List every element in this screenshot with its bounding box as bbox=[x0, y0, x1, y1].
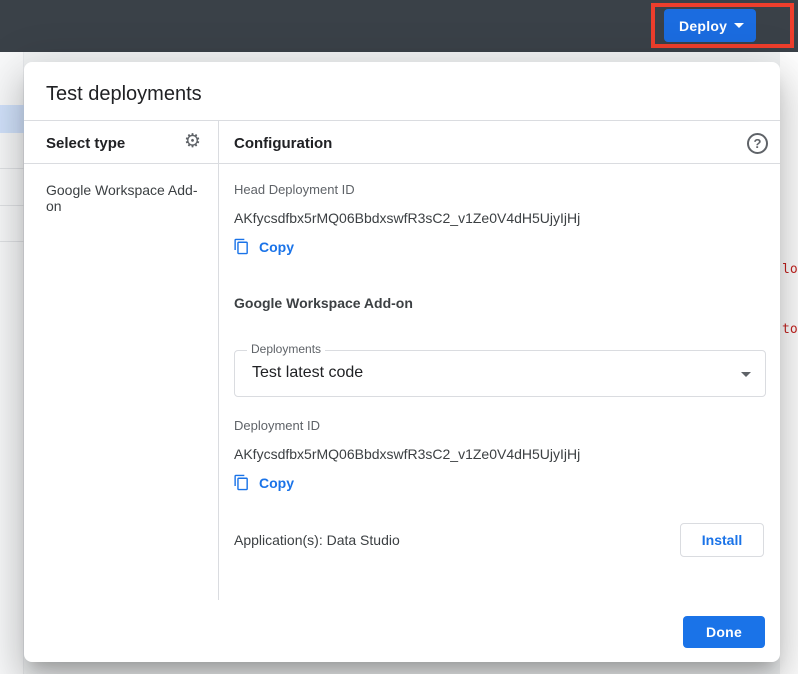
deployments-select[interactable]: Deployments Test latest code bbox=[234, 350, 766, 397]
chevron-down-icon bbox=[734, 23, 744, 28]
background-code-editor: lo to bbox=[780, 52, 798, 674]
deploy-button[interactable]: Deploy bbox=[664, 9, 756, 42]
help-icon-glyph: ? bbox=[754, 136, 762, 151]
divider bbox=[24, 120, 780, 121]
vertical-divider bbox=[218, 121, 219, 600]
test-deployments-dialog: Test deployments Select type ⚙ Configura… bbox=[24, 62, 780, 662]
background-selected-row bbox=[0, 105, 24, 133]
deployment-id-value: AKfycsdfbx5rMQ06BbdxswfR3sC2_v1Ze0V4dH5U… bbox=[234, 446, 580, 462]
select-type-header: Select type bbox=[46, 135, 125, 152]
install-button[interactable]: Install bbox=[680, 523, 764, 557]
background-file-panel bbox=[0, 52, 24, 674]
deploy-button-label: Deploy bbox=[679, 18, 727, 34]
app-topbar: Deploy bbox=[0, 0, 798, 52]
application-label: Application(s): Data Studio bbox=[234, 532, 400, 548]
chevron-down-icon bbox=[741, 372, 751, 377]
background-divider bbox=[0, 241, 24, 242]
divider bbox=[24, 163, 780, 164]
copy-button-label: Copy bbox=[259, 475, 294, 491]
copy-head-deployment-id-button[interactable]: Copy bbox=[229, 236, 298, 257]
head-deployment-id-label: Head Deployment ID bbox=[234, 182, 355, 197]
copy-button-label: Copy bbox=[259, 239, 294, 255]
deployment-id-label: Deployment ID bbox=[234, 418, 320, 433]
head-deployment-id-value: AKfycsdfbx5rMQ06BbdxswfR3sC2_v1Ze0V4dH5U… bbox=[234, 210, 580, 226]
gear-icon[interactable]: ⚙ bbox=[184, 130, 201, 152]
done-button[interactable]: Done bbox=[683, 616, 765, 648]
copy-icon bbox=[233, 474, 250, 491]
background-divider bbox=[0, 168, 24, 169]
dialog-title: Test deployments bbox=[46, 83, 202, 106]
copy-icon bbox=[233, 238, 250, 255]
copy-deployment-id-button[interactable]: Copy bbox=[229, 472, 298, 493]
google-workspace-addon-section-title: Google Workspace Add-on bbox=[234, 295, 413, 311]
code-fragment: to bbox=[782, 322, 798, 337]
configuration-header: Configuration bbox=[234, 135, 332, 152]
help-icon[interactable]: ? bbox=[747, 133, 768, 154]
code-fragment: lo bbox=[782, 262, 798, 277]
background-divider bbox=[0, 205, 24, 206]
sidebar-item-google-workspace-add-on[interactable]: Google Workspace Add-on bbox=[46, 182, 206, 214]
deployments-select-label: Deployments bbox=[247, 342, 325, 356]
deployments-select-value: Test latest code bbox=[252, 364, 363, 382]
